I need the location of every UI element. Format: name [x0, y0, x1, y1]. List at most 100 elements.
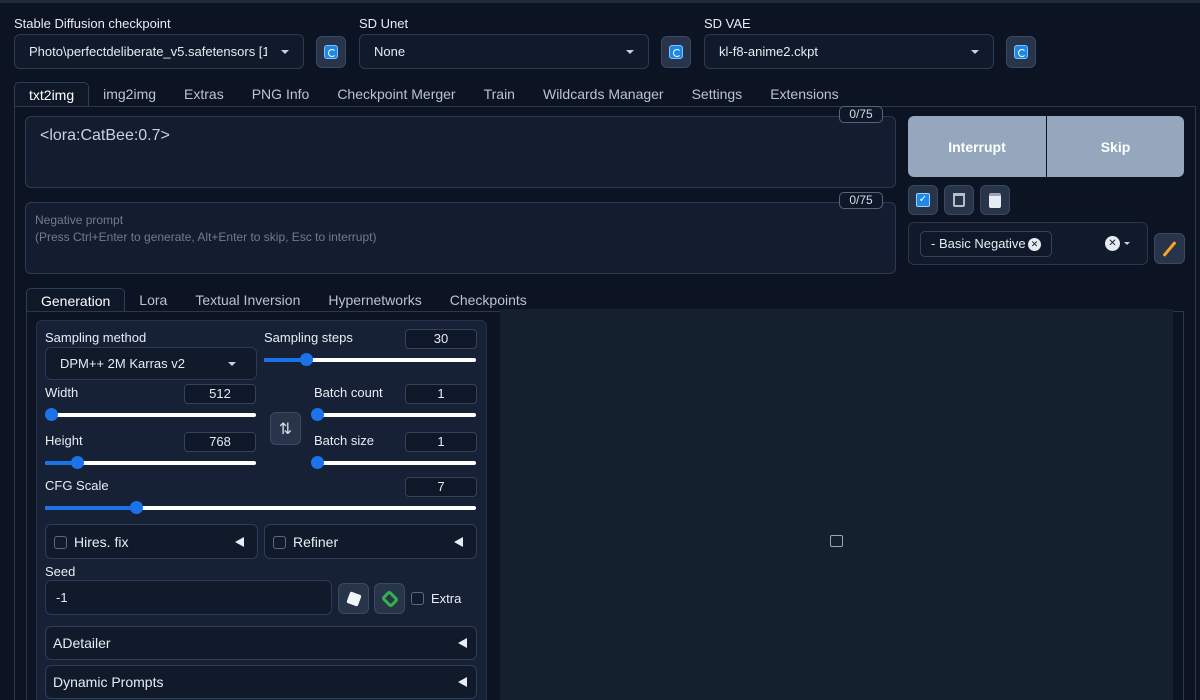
- adetailer-accordion[interactable]: ADetailer: [45, 626, 477, 660]
- batch-size-slider[interactable]: [311, 455, 476, 471]
- negative-prompt-textarea[interactable]: Negative prompt (Press Ctrl+Enter to gen…: [25, 202, 896, 274]
- subtab-hypernetworks[interactable]: Hypernetworks: [314, 288, 435, 312]
- negative-token-counter: 0/75: [839, 192, 883, 209]
- trash-icon: [953, 193, 965, 207]
- swap-dimensions-button[interactable]: ⇅: [270, 412, 301, 445]
- vae-refresh-button[interactable]: [1006, 36, 1036, 68]
- extra-seed-label: Extra: [431, 591, 462, 606]
- seed-label: Seed: [45, 564, 76, 579]
- width-label: Width: [45, 385, 79, 400]
- unet-dropdown[interactable]: None: [359, 34, 649, 69]
- unet-value: None: [374, 44, 406, 59]
- height-slider[interactable]: [45, 455, 256, 471]
- dynamic-prompts-accordion[interactable]: Dynamic Prompts: [45, 665, 477, 699]
- cfg-scale-label: CFG Scale: [45, 478, 109, 493]
- clear-prompt-button[interactable]: [944, 185, 974, 215]
- edit-styles-button[interactable]: [1154, 233, 1185, 264]
- slider-knob[interactable]: [300, 353, 314, 366]
- batch-size-input[interactable]: 1: [405, 432, 477, 452]
- hires-fix-accordion[interactable]: Hires. fix: [45, 524, 258, 559]
- styles-selector[interactable]: - Basic Negative ✕ ✕: [908, 222, 1148, 265]
- negative-placeholder-line1: Negative prompt: [35, 213, 124, 227]
- clipboard-icon: [989, 192, 1001, 208]
- cfg-scale-input[interactable]: 7: [405, 477, 477, 497]
- tab-extensions[interactable]: Extensions: [756, 82, 852, 106]
- vae-dropdown[interactable]: kl-f8-anime2.ckpt: [704, 34, 994, 69]
- generation-subtabs: Generation Lora Textual Inversion Hypern…: [26, 288, 541, 312]
- reuse-seed-button[interactable]: [374, 583, 405, 614]
- style-chip-label: - Basic Negative: [931, 236, 1026, 251]
- subtab-lora[interactable]: Lora: [125, 288, 181, 312]
- cfg-scale-slider[interactable]: [45, 500, 476, 516]
- adetailer-label: ADetailer: [53, 635, 111, 651]
- prompt-textarea[interactable]: <lora:CatBee:0.7>: [25, 116, 896, 188]
- seed-input[interactable]: -1: [45, 580, 332, 615]
- refiner-label: Refiner: [293, 534, 339, 550]
- unet-label: SD Unet: [359, 16, 409, 31]
- hires-fix-label: Hires. fix: [74, 534, 129, 550]
- subtab-generation[interactable]: Generation: [26, 288, 126, 312]
- sampling-steps-input[interactable]: 30: [405, 329, 477, 349]
- tab-extras[interactable]: Extras: [170, 82, 238, 106]
- paste-button[interactable]: [980, 185, 1010, 215]
- apply-styles-button[interactable]: ✓: [908, 185, 938, 215]
- chip-remove-icon[interactable]: ✕: [1028, 238, 1041, 251]
- checkpoint-dropdown[interactable]: Photo\perfectdeliberate_v5.safetensors […: [14, 34, 304, 69]
- refresh-icon: [1014, 45, 1028, 59]
- chevron-down-icon: [281, 49, 289, 54]
- tab-txt2img[interactable]: txt2img: [14, 82, 90, 106]
- height-input[interactable]: 768: [184, 432, 256, 452]
- slider-knob[interactable]: [311, 408, 325, 421]
- extra-seed-checkbox[interactable]: [411, 592, 424, 605]
- interrupt-button[interactable]: Interrupt: [908, 116, 1046, 177]
- slider-knob[interactable]: [70, 456, 84, 469]
- tab-wildcards-manager[interactable]: Wildcards Manager: [529, 82, 678, 106]
- slider-knob[interactable]: [45, 408, 59, 421]
- dice-icon: [345, 590, 362, 607]
- batch-count-label: Batch count: [314, 385, 383, 400]
- width-slider[interactable]: [45, 407, 256, 423]
- window-top-border: [0, 0, 1200, 3]
- main-tabs: txt2img img2img Extras PNG Info Checkpoi…: [14, 82, 853, 106]
- refiner-accordion[interactable]: Refiner: [264, 524, 477, 559]
- tab-train[interactable]: Train: [470, 82, 529, 106]
- batch-count-input[interactable]: 1: [405, 384, 477, 404]
- slider-knob[interactable]: [311, 456, 325, 469]
- chevron-down-icon: [626, 49, 634, 54]
- sampling-steps-slider[interactable]: [264, 352, 476, 368]
- output-gallery[interactable]: [500, 309, 1173, 700]
- recycle-icon: [380, 589, 399, 608]
- vae-value: kl-f8-anime2.ckpt: [719, 44, 818, 59]
- checkpoint-label: Stable Diffusion checkpoint: [14, 16, 171, 31]
- tab-img2img[interactable]: img2img: [89, 82, 170, 106]
- collapse-arrow-icon: [458, 677, 467, 687]
- unet-refresh-button[interactable]: [661, 36, 691, 68]
- subtab-textual-inversion[interactable]: Textual Inversion: [181, 288, 314, 312]
- slider-track: [314, 413, 476, 417]
- refiner-checkbox[interactable]: [273, 536, 286, 549]
- slider-knob[interactable]: [129, 501, 143, 514]
- sampling-method-dropdown[interactable]: DPM++ 2M Karras v2: [45, 347, 257, 380]
- clear-styles-icon[interactable]: ✕: [1105, 236, 1120, 251]
- checkpoint-value: Photo\perfectdeliberate_v5.safetensors […: [29, 44, 267, 59]
- sampling-steps-label: Sampling steps: [264, 330, 353, 345]
- slider-fill: [45, 506, 136, 510]
- checkpoint-refresh-button[interactable]: [316, 36, 346, 68]
- batch-count-slider[interactable]: [311, 407, 476, 423]
- chevron-down-icon: [1124, 242, 1130, 245]
- tab-png-info[interactable]: PNG Info: [238, 82, 324, 106]
- width-input[interactable]: 512: [184, 384, 256, 404]
- refresh-icon: [669, 45, 683, 59]
- batch-size-label: Batch size: [314, 433, 374, 448]
- checkbox-icon: ✓: [916, 193, 930, 207]
- random-seed-button[interactable]: [338, 583, 369, 614]
- negative-placeholder-line2: (Press Ctrl+Enter to generate, Alt+Enter…: [35, 230, 377, 244]
- tab-settings[interactable]: Settings: [678, 82, 757, 106]
- skip-button[interactable]: Skip: [1047, 116, 1184, 177]
- height-label: Height: [45, 433, 83, 448]
- slider-track: [45, 413, 256, 417]
- hires-fix-checkbox[interactable]: [54, 536, 67, 549]
- tab-checkpoint-merger[interactable]: Checkpoint Merger: [323, 82, 469, 106]
- style-chip: - Basic Negative ✕: [920, 231, 1052, 257]
- seed-value: -1: [56, 590, 68, 605]
